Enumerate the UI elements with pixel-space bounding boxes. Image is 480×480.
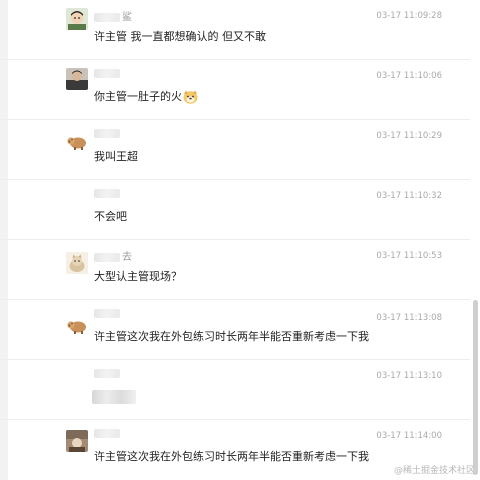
message-time: 03-17 11:14:00 xyxy=(376,431,442,441)
sender-name xyxy=(94,188,122,199)
message-time: 03-17 11:13:10 xyxy=(376,371,442,381)
chat-history-list[interactable]: 鲨 03-17 11:09:28 许主管 我一直都想确认的 但又不敢 03-17… xyxy=(0,0,480,480)
sender-name xyxy=(94,428,122,439)
user-avatar[interactable] xyxy=(66,68,88,90)
message-text[interactable]: 许主管 我一直都想确认的 但又不敢 xyxy=(94,28,266,44)
blurred-name xyxy=(94,188,120,198)
blurred-image-message[interactable] xyxy=(92,390,136,404)
user-avatar[interactable] xyxy=(66,430,88,452)
message-text[interactable]: 不会吧 xyxy=(94,208,127,224)
message-text[interactable]: 许主管这次我在外包练习时长两年半能否重新考虑一下我 xyxy=(94,448,369,464)
message-text[interactable]: 许主管这次我在外包练习时长两年半能否重新考虑一下我 xyxy=(94,328,369,344)
chat-message[interactable]: 鲨 03-17 11:09:28 许主管 我一直都想确认的 但又不敢 xyxy=(0,0,470,60)
blurred-name xyxy=(94,252,120,262)
user-avatar[interactable] xyxy=(66,130,88,152)
user-avatar[interactable] xyxy=(66,252,88,274)
sender-name xyxy=(94,68,122,79)
chat-message[interactable]: 03-17 11:10:32 不会吧 xyxy=(0,180,470,240)
sender-name: 鲨 xyxy=(94,8,132,23)
blurred-name xyxy=(94,368,120,378)
sender-name xyxy=(94,308,122,319)
sender-name xyxy=(94,368,122,379)
doge-face-icon xyxy=(183,90,198,104)
blurred-name xyxy=(94,68,120,78)
chat-message[interactable]: 03-17 11:10:29 我叫王超 xyxy=(0,120,470,180)
message-time: 03-17 11:13:08 xyxy=(376,313,442,323)
message-time: 03-17 11:10:53 xyxy=(376,251,442,261)
blurred-name xyxy=(94,12,120,22)
message-time: 03-17 11:10:32 xyxy=(376,191,442,201)
sender-name xyxy=(94,128,122,139)
user-avatar[interactable] xyxy=(66,314,88,336)
message-time: 03-17 11:09:28 xyxy=(376,11,442,21)
blurred-name xyxy=(94,308,120,318)
chat-message[interactable]: 去 03-17 11:10:53 大型认主管现场？ xyxy=(0,240,470,300)
chat-message[interactable]: 03-17 11:13:08 许主管这次我在外包练习时长两年半能否重新考虑一下我 xyxy=(0,300,470,360)
message-time: 03-17 11:10:06 xyxy=(376,71,442,81)
user-avatar[interactable] xyxy=(66,8,88,30)
sender-name: 去 xyxy=(94,248,132,263)
message-text[interactable]: 你主管一肚子的火 xyxy=(94,88,198,104)
watermark: @稀土掘金技术社区 xyxy=(393,466,475,476)
message-text[interactable]: 大型认主管现场？ xyxy=(94,268,182,284)
blurred-name xyxy=(94,428,120,438)
user-avatar[interactable] xyxy=(66,368,88,390)
message-text-content: 你主管一肚子的火 xyxy=(94,90,182,103)
message-text[interactable]: 我叫王超 xyxy=(94,148,138,164)
chat-message[interactable]: 03-17 11:10:06 你主管一肚子的火 xyxy=(0,60,470,120)
vertical-scrollbar[interactable] xyxy=(473,300,478,475)
message-time: 03-17 11:10:29 xyxy=(376,131,442,141)
user-avatar[interactable] xyxy=(66,188,88,210)
chat-message[interactable]: 03-17 11:13:10 xyxy=(0,360,470,420)
blurred-name xyxy=(94,128,120,138)
